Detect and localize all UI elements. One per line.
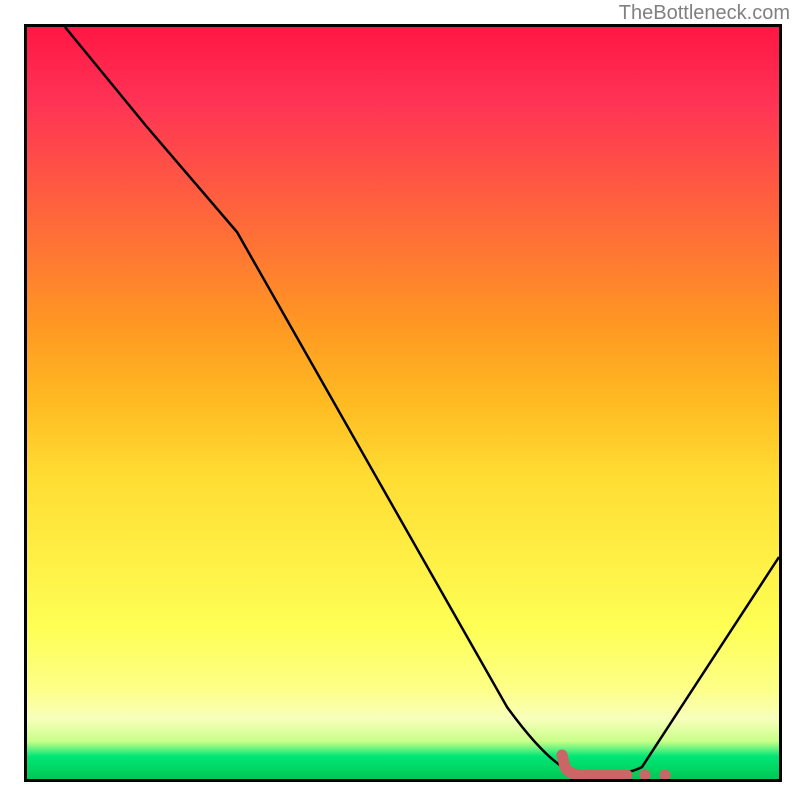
bottleneck-curve-line	[65, 27, 779, 775]
optimal-marker	[562, 755, 671, 779]
chart-svg	[27, 27, 779, 779]
chart-area	[24, 24, 782, 782]
watermark-text: TheBottleneck.com	[619, 2, 790, 25]
